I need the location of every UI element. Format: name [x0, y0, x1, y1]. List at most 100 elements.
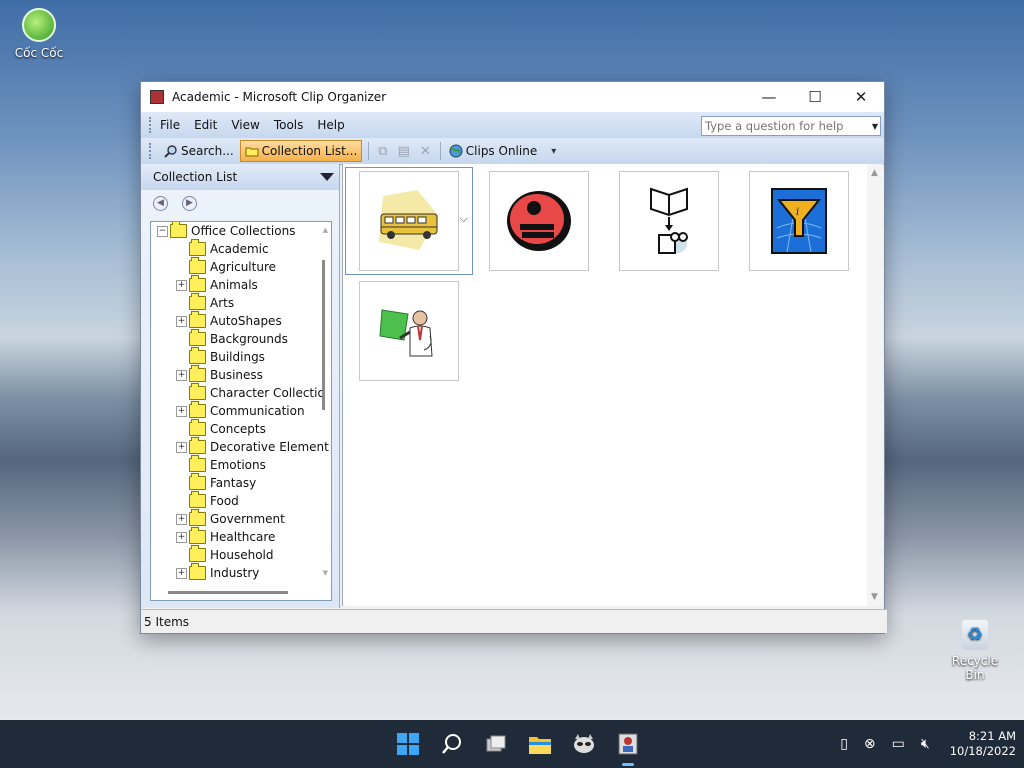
- title-bar[interactable]: Academic - Microsoft Clip Organizer — ☐ …: [141, 82, 884, 112]
- gallery-vertical-scrollbar[interactable]: ▲ ▼: [867, 164, 883, 606]
- tree-item-academic[interactable]: Academic: [151, 239, 331, 258]
- clip-thumbnail[interactable]: [359, 281, 459, 381]
- clips-online-button[interactable]: Clips Online: [445, 141, 541, 161]
- menu-edit[interactable]: Edit: [194, 118, 217, 132]
- task-view-icon[interactable]: [480, 728, 512, 760]
- gallery-scroll-down-icon[interactable]: ▼: [871, 592, 878, 602]
- search-button[interactable]: Search...: [160, 141, 238, 161]
- help-question-input[interactable]: [702, 118, 870, 134]
- status-item-count: 5 Items: [144, 614, 190, 629]
- search-icon: [164, 144, 178, 158]
- desktop-icon-coccoc[interactable]: Cốc Cốc: [8, 8, 70, 60]
- network-icon[interactable]: ▭: [892, 736, 905, 752]
- clip-thumbnail[interactable]: i: [749, 171, 849, 271]
- tree-scroll-down-icon[interactable]: ▼: [323, 569, 328, 577]
- expand-icon[interactable]: +: [176, 315, 187, 327]
- tree-item-label: Character Collectio: [210, 386, 325, 400]
- clip-thumbnail[interactable]: [619, 171, 719, 271]
- clip-organizer-taskbar-icon[interactable]: [612, 728, 644, 766]
- coccoc-icon: [22, 8, 56, 42]
- tree-item-animals[interactable]: + Animals: [151, 275, 331, 294]
- tree-item-backgrounds[interactable]: Backgrounds: [151, 329, 331, 348]
- clip-dropdown-chevron-icon[interactable]: ⌵: [460, 212, 468, 226]
- back-arrow-icon[interactable]: ◀: [153, 195, 168, 211]
- tree-horizontal-scrollbar[interactable]: [168, 591, 288, 594]
- gallery-scroll-up-icon[interactable]: ▲: [871, 168, 878, 178]
- minimize-button[interactable]: —: [746, 82, 792, 112]
- expand-icon[interactable]: +: [176, 441, 187, 453]
- volume-muted-icon[interactable]: 🔇︎: [921, 736, 930, 752]
- expand-icon[interactable]: +: [176, 513, 187, 525]
- delete-icon[interactable]: ✕: [420, 144, 431, 159]
- expand-icon[interactable]: +: [176, 279, 187, 291]
- desktop-icon-recycle-bin[interactable]: ♻ Recycle Bin: [942, 620, 1008, 682]
- maximize-button[interactable]: ☐: [792, 82, 838, 112]
- paste-icon[interactable]: ▤: [398, 144, 410, 159]
- tree-item-concepts[interactable]: Concepts: [151, 419, 331, 438]
- tree-item-industry[interactable]: + Industry: [151, 563, 331, 582]
- tree-item-food[interactable]: Food: [151, 491, 331, 510]
- tree-item-decorative-element[interactable]: + Decorative Element: [151, 437, 331, 456]
- status-bar: 5 Items: [141, 609, 887, 633]
- collection-list-pane: Collection List ◀ ▶ − Office Collections…: [141, 164, 340, 608]
- collection-list-button[interactable]: Collection List...: [239, 140, 363, 162]
- clip-thumbnail[interactable]: [489, 171, 589, 271]
- folder-icon: [189, 365, 206, 382]
- toolbar-grip[interactable]: [149, 143, 154, 159]
- taskbar-apps: [386, 720, 650, 768]
- folder-icon: [189, 347, 206, 364]
- collapse-icon[interactable]: −: [157, 225, 168, 237]
- folder-icon: [189, 257, 206, 274]
- tree-item-fantasy[interactable]: Fantasy: [151, 473, 331, 492]
- tree-scroll-up-icon[interactable]: ▲: [323, 226, 328, 234]
- close-circle-icon[interactable]: ⊗: [864, 736, 876, 752]
- tree-item-autoshapes[interactable]: + AutoShapes: [151, 311, 331, 330]
- clip-organizer-window: Academic - Microsoft Clip Organizer — ☐ …: [140, 81, 887, 634]
- copy-icon[interactable]: ⧉: [378, 144, 387, 159]
- tree-vertical-scrollbar[interactable]: [322, 260, 325, 410]
- tree-item-arts[interactable]: Arts: [151, 293, 331, 312]
- toolbar-separator: [439, 142, 441, 160]
- tree-item-agriculture[interactable]: Agriculture: [151, 257, 331, 276]
- tree-item-household[interactable]: Household: [151, 545, 331, 564]
- funnel-info-icon: i: [771, 188, 827, 254]
- tree-item-business[interactable]: + Business: [151, 365, 331, 384]
- tree-item-character-collectio[interactable]: Character Collectio: [151, 383, 331, 402]
- taskbar-clock[interactable]: 8:21 AM 10/18/2022: [950, 729, 1016, 759]
- help-dropdown-icon[interactable]: ▼: [870, 122, 880, 131]
- expand-icon[interactable]: +: [176, 567, 187, 579]
- folder-icon: [189, 527, 206, 544]
- desktop-icon-label: Recycle Bin: [951, 654, 999, 682]
- desktop-icon-label: Cốc Cốc: [14, 46, 64, 60]
- expand-icon[interactable]: +: [176, 531, 187, 543]
- menu-help[interactable]: Help: [317, 118, 344, 132]
- tree-item-buildings[interactable]: Buildings: [151, 347, 331, 366]
- tree-item-label: Academic: [210, 242, 269, 256]
- search-icon[interactable]: [436, 728, 468, 760]
- toolbar-options-chevron-icon[interactable]: ▾: [551, 146, 556, 157]
- menu-tools[interactable]: Tools: [274, 118, 304, 132]
- student-books-icon: [507, 191, 571, 251]
- clip-thumbnail[interactable]: [359, 171, 459, 271]
- raccoon-app-icon[interactable]: [568, 728, 600, 760]
- file-explorer-icon[interactable]: [524, 728, 556, 760]
- usb-icon[interactable]: ▯: [840, 736, 848, 752]
- expand-icon[interactable]: +: [176, 369, 187, 381]
- tree-item-government[interactable]: + Government: [151, 509, 331, 528]
- folder-icon: [189, 419, 206, 436]
- menubar-grip[interactable]: [149, 117, 154, 133]
- menu-file[interactable]: File: [160, 118, 180, 132]
- close-button[interactable]: ✕: [838, 82, 884, 112]
- menu-view[interactable]: View: [231, 118, 259, 132]
- expand-icon[interactable]: +: [176, 405, 187, 417]
- start-windows-icon[interactable]: [392, 728, 424, 760]
- tree-root[interactable]: − Office Collections: [151, 222, 331, 240]
- search-button-label: Search...: [181, 144, 234, 158]
- forward-arrow-icon[interactable]: ▶: [182, 195, 197, 211]
- recycle-bin-icon: ♻: [962, 620, 988, 650]
- pane-menu-chevron-down-icon[interactable]: [320, 173, 334, 181]
- tree-item-communication[interactable]: + Communication: [151, 401, 331, 420]
- tree-item-emotions[interactable]: Emotions: [151, 455, 331, 474]
- tree-item-healthcare[interactable]: + Healthcare: [151, 527, 331, 546]
- tree-item-label: Household: [210, 548, 274, 562]
